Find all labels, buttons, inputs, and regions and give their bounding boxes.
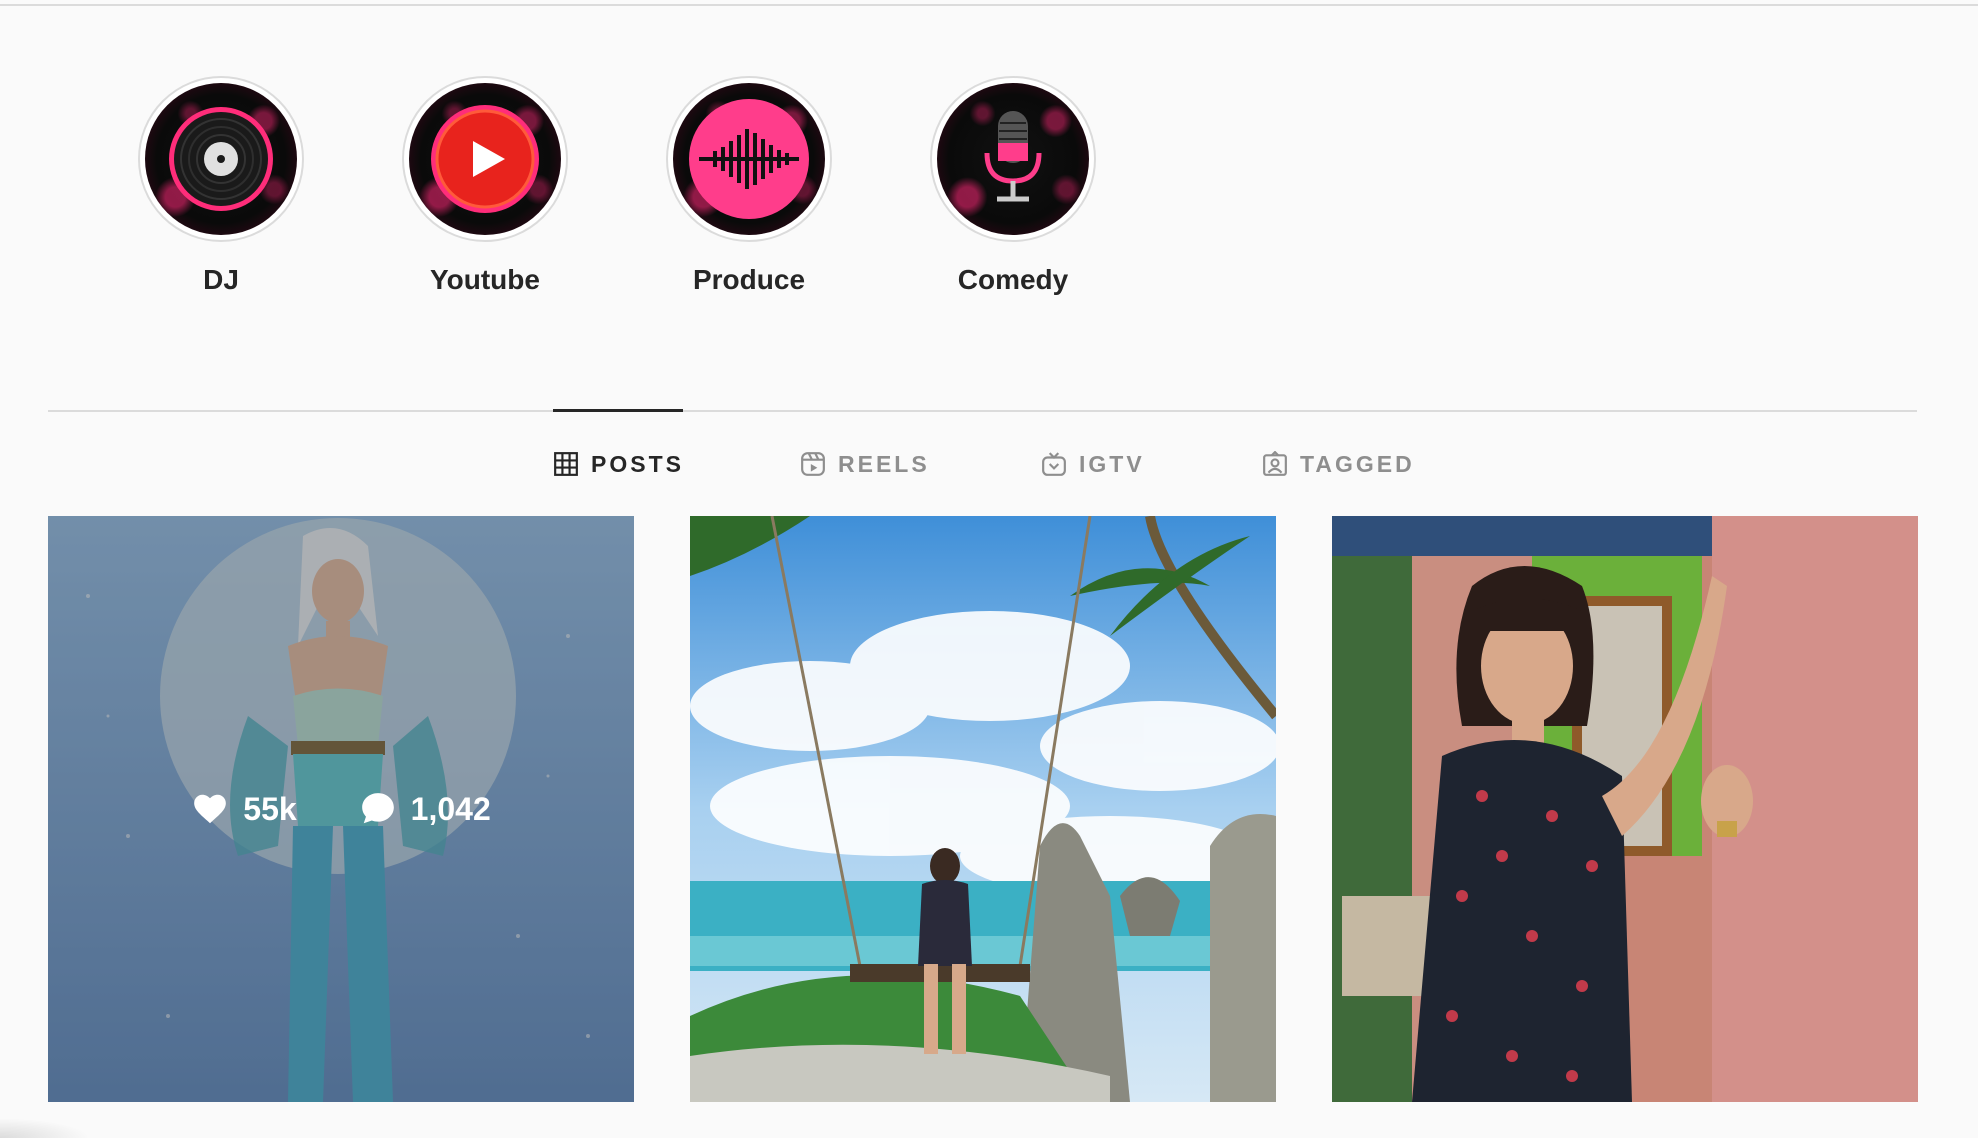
tagged-icon xyxy=(1263,451,1287,476)
post-tile-3[interactable] xyxy=(1332,516,1918,1102)
microphone-icon xyxy=(984,111,1042,202)
highlight-cover xyxy=(937,83,1089,235)
highlight-cover xyxy=(145,83,297,235)
tab-label: TAGGED xyxy=(1300,450,1415,477)
post-image xyxy=(690,516,1276,1102)
tab-igtv[interactable]: IGTV xyxy=(1041,446,1145,482)
tab-posts[interactable]: POSTS xyxy=(553,446,684,482)
highlight-ring xyxy=(402,76,568,242)
likes-count: 55k xyxy=(191,790,297,828)
highlight-produce[interactable]: Produce xyxy=(664,76,834,296)
tab-label: IGTV xyxy=(1079,450,1145,477)
highlight-ring xyxy=(930,76,1096,242)
highlight-youtube[interactable]: Youtube xyxy=(400,76,570,296)
profile-page: DJ Youtube Produce Comedy POSTS REELS IG… xyxy=(0,0,1978,1138)
window-corner-shadow xyxy=(0,1118,90,1138)
tab-label: REELS xyxy=(838,450,930,477)
igtv-icon xyxy=(1042,452,1066,476)
comments-count: 1,042 xyxy=(359,790,491,828)
highlight-label: Comedy xyxy=(957,264,1069,295)
highlight-dj[interactable]: DJ xyxy=(136,76,306,296)
highlight-comedy[interactable]: Comedy xyxy=(928,76,1098,296)
tab-reels[interactable]: REELS xyxy=(800,446,930,482)
post-tile-1[interactable]: 55k 1,042 xyxy=(48,516,634,1102)
tab-label: POSTS xyxy=(591,450,684,477)
likes-value: 55k xyxy=(243,790,297,827)
play-button-icon xyxy=(431,105,539,213)
vinyl-record-icon xyxy=(169,107,273,211)
highlight-ring xyxy=(666,76,832,242)
comments-value: 1,042 xyxy=(410,790,491,827)
highlight-cover xyxy=(673,83,825,235)
grid-icon xyxy=(554,452,578,476)
post-tile-2[interactable] xyxy=(690,516,1276,1102)
heart-icon xyxy=(194,794,227,824)
highlight-label: DJ xyxy=(203,264,239,295)
highlight-label: Youtube xyxy=(430,264,540,295)
top-divider xyxy=(0,4,1978,6)
sound-wave-icon xyxy=(689,99,809,219)
tab-tagged[interactable]: TAGGED xyxy=(1262,446,1415,482)
comment-bubble-icon xyxy=(361,793,394,824)
tabs-divider xyxy=(48,410,1917,412)
highlight-label: Produce xyxy=(692,264,806,295)
reels-icon xyxy=(801,452,825,476)
post-hover-overlay: 55k 1,042 xyxy=(48,516,634,1102)
active-tab-indicator xyxy=(553,409,683,412)
highlight-cover xyxy=(409,83,561,235)
post-image xyxy=(1332,516,1918,1102)
highlight-ring xyxy=(138,76,304,242)
